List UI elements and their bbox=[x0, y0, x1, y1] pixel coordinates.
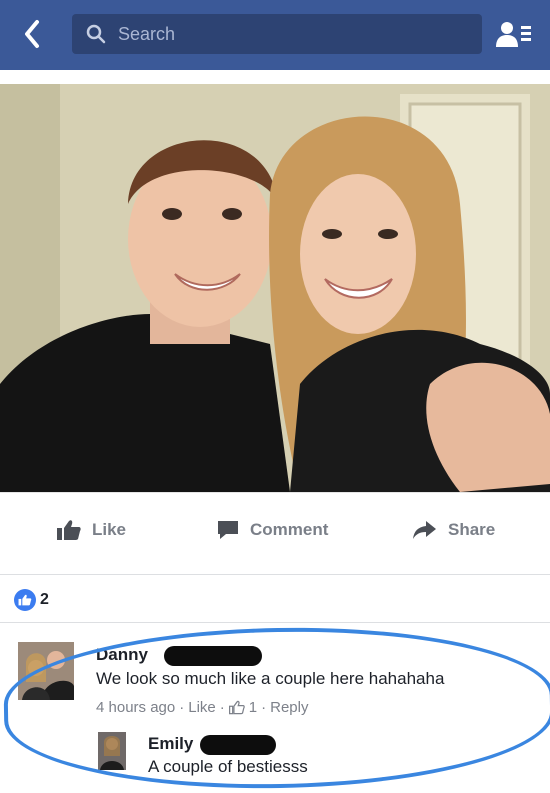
chevron-left-icon bbox=[25, 20, 39, 48]
feed-separator bbox=[0, 70, 550, 84]
like-label: Like bbox=[92, 520, 127, 539]
comment-meta: 4 hours ago · Like · 1 · Reply bbox=[96, 699, 309, 716]
back-button[interactable] bbox=[14, 14, 50, 54]
avatar[interactable] bbox=[18, 642, 74, 700]
post-action-bar: Like Comment Share bbox=[0, 492, 550, 575]
reaction-summary-row: 2 bbox=[0, 574, 550, 623]
comment-button[interactable]: Comment bbox=[216, 513, 328, 547]
comment-author-emily[interactable]: Emily bbox=[148, 734, 193, 754]
comment-label: Comment bbox=[250, 520, 329, 539]
reaction-summary[interactable]: 2 bbox=[14, 589, 49, 611]
reaction-count: 2 bbox=[40, 591, 49, 608]
post-photo[interactable] bbox=[0, 84, 550, 492]
redaction-bar bbox=[200, 735, 276, 755]
search-bar[interactable] bbox=[72, 14, 482, 54]
comment-like-count[interactable]: 1 bbox=[249, 699, 257, 716]
comment-timestamp: 4 hours ago bbox=[96, 699, 176, 716]
friend-requests-button[interactable] bbox=[494, 16, 534, 52]
share-icon bbox=[413, 521, 436, 539]
comment-icon bbox=[218, 521, 238, 539]
top-navigation-bar bbox=[0, 0, 550, 70]
redaction-bar bbox=[164, 646, 262, 666]
comment-reply-link[interactable]: Reply bbox=[270, 699, 308, 716]
thumbs-up-icon bbox=[57, 520, 81, 540]
comment-text: We look so much like a couple here hahah… bbox=[96, 669, 445, 688]
share-label: Share bbox=[448, 520, 496, 539]
like-reaction-icon bbox=[14, 589, 36, 611]
search-icon bbox=[86, 23, 108, 45]
share-button[interactable]: Share bbox=[412, 513, 495, 547]
comment-author-danny[interactable]: Danny bbox=[96, 645, 148, 665]
selfie-image bbox=[0, 84, 550, 492]
search-input[interactable] bbox=[116, 22, 460, 46]
comment-like-link[interactable]: Like bbox=[188, 699, 216, 716]
reply-text: A couple of bestiesss bbox=[148, 757, 308, 776]
friend-requests-icon bbox=[496, 22, 531, 47]
thumbs-up-outline-icon bbox=[228, 700, 245, 715]
avatar[interactable] bbox=[98, 732, 126, 770]
like-button[interactable]: Like bbox=[56, 513, 126, 547]
